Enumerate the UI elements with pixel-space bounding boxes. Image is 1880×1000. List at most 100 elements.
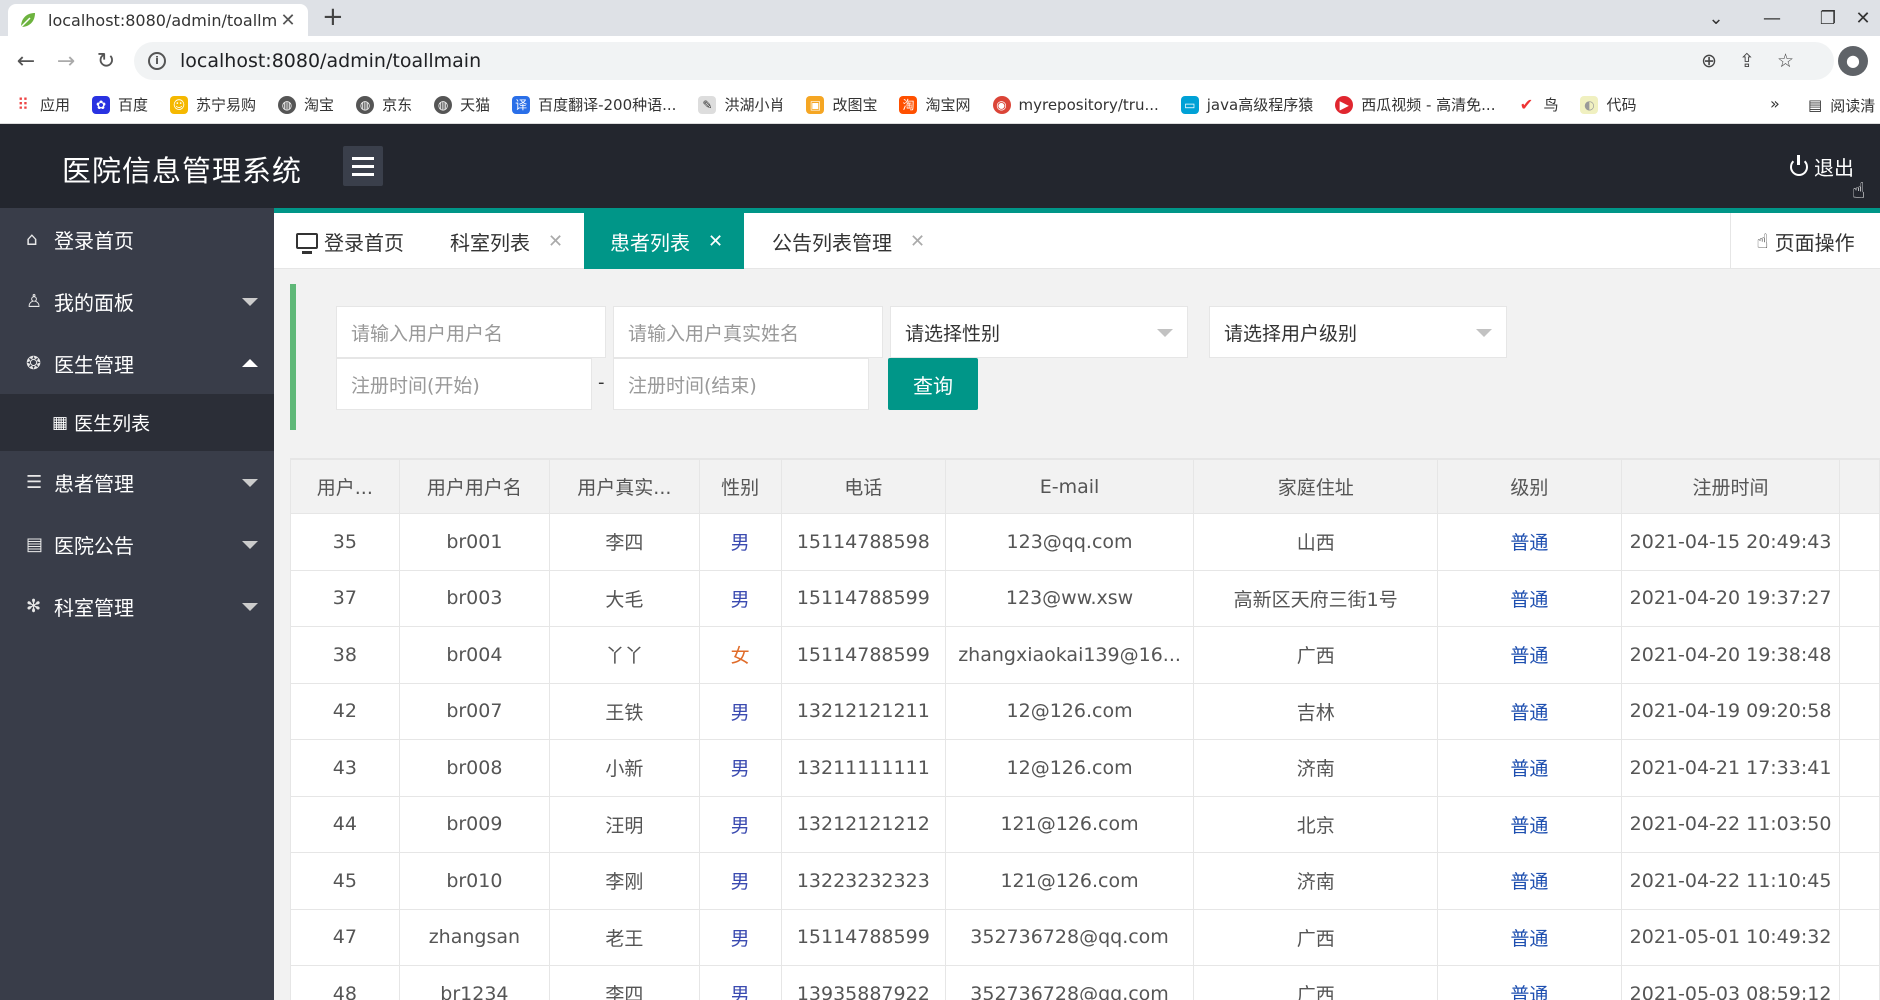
- power-icon: [1790, 154, 1808, 176]
- cell-id: 35: [290, 513, 400, 571]
- close-icon[interactable]: ✕: [910, 231, 925, 252]
- reading-list-icon: ▤: [1808, 96, 1823, 114]
- bookmark-java[interactable]: ▭ java高级程序猿: [1180, 94, 1314, 115]
- date-start-input[interactable]: 注册时间(开始): [336, 358, 592, 410]
- table-row[interactable]: 45 br010 李刚男 13223232323 121@126.com 济南 普通 2021…: [290, 852, 1880, 910]
- bookmark-label: myrepository/tru...: [1018, 95, 1159, 114]
- sidebar-item-patient-management[interactable]: ☰ 患者管理: [0, 451, 274, 513]
- close-icon[interactable]: ✕: [708, 231, 723, 252]
- cell-gender: 女: [698, 626, 782, 684]
- close-icon[interactable]: ✕: [548, 231, 563, 252]
- bookmark-xigua[interactable]: ▶ 西瓜视频 - 高清免...: [1335, 94, 1495, 115]
- site-info-icon[interactable]: i: [148, 52, 166, 70]
- cell-email: zhangxiaokai139@16...: [944, 626, 1195, 684]
- sidebar-item-label: 医生管理: [54, 352, 134, 377]
- tab-department-list[interactable]: 科室列表 ✕: [450, 213, 563, 269]
- forward-button[interactable]: →: [50, 45, 82, 77]
- column-header[interactable]: 电话: [780, 459, 946, 514]
- bookmarks-overflow-button[interactable]: »: [1770, 94, 1780, 113]
- reload-button[interactable]: ↻: [90, 45, 122, 77]
- column-header[interactable]: 用户真实...: [549, 459, 700, 514]
- cell-email: 352736728@qq.com: [944, 965, 1195, 1000]
- share-icon[interactable]: ⇪: [1739, 50, 1755, 72]
- level-select[interactable]: 请选择用户级别: [1209, 306, 1507, 358]
- bookmark-code[interactable]: ◐ 代码: [1580, 94, 1637, 115]
- new-tab-button[interactable]: +: [322, 2, 344, 32]
- sidebar-subitem-doctor-list[interactable]: ▦ 医生列表: [0, 394, 274, 451]
- tab-home[interactable]: 登录首页: [296, 213, 404, 269]
- table-row[interactable]: 38 br004 丫丫女 15114788599 zhangxiaokai139@16.…: [290, 626, 1880, 684]
- query-button[interactable]: 查询: [888, 358, 978, 410]
- sidebar-item-label: 医院公告: [54, 533, 134, 558]
- column-header[interactable]: 性别: [698, 459, 782, 514]
- cell-username: br010: [398, 852, 551, 910]
- profile-avatar-icon[interactable]: ●: [1838, 46, 1868, 76]
- bookmark-baidu[interactable]: ✿ 百度: [92, 94, 148, 115]
- close-tab-icon[interactable]: ✕: [278, 10, 298, 31]
- tab-label: 患者列表: [610, 230, 690, 255]
- sidebar-item-department-management[interactable]: ✻ 科室管理: [0, 575, 274, 637]
- browser-tab[interactable]: localhost:8080/admin/toallmai ✕: [8, 4, 308, 36]
- table-row[interactable]: 47 zhangsan 老王男 15114788599 352736728@qq.com…: [290, 908, 1880, 966]
- cell-register-time: 2021-04-15 20:49:43: [1620, 513, 1841, 571]
- column-header[interactable]: 用户用户名: [398, 459, 551, 514]
- table-row[interactable]: 35 br001 李四男 15114788598 123@qq.com 山西 普通 2021-…: [290, 513, 1880, 571]
- cell-id: 38: [290, 626, 400, 684]
- menu-toggle-button[interactable]: [343, 146, 383, 186]
- back-button[interactable]: ←: [10, 45, 42, 77]
- bookmark-taobaowang[interactable]: 淘淘宝网: [899, 94, 971, 115]
- bookmark-tmall[interactable]: ◍ 天猫: [434, 94, 490, 115]
- caret-up-icon: [242, 359, 258, 367]
- bookmark-star-icon[interactable]: ☆: [1777, 50, 1794, 72]
- pointer-hand-icon: ☝: [1756, 229, 1769, 253]
- logout-button[interactable]: 退出: [1790, 152, 1854, 181]
- table-row[interactable]: 48 br1234 李四男 13935887922 352736728@qq.com 广西…: [290, 965, 1880, 1000]
- address-bar[interactable]: i localhost:8080/admin/toallmain ⊕ ⇪ ☆: [134, 42, 1834, 80]
- bookmark-taobao[interactable]: ◍ 淘宝: [278, 94, 334, 115]
- column-header[interactable]: 用户...: [290, 459, 400, 514]
- cell-register-time: 2021-04-22 11:10:45: [1620, 852, 1841, 910]
- bird-icon: ✎: [698, 95, 717, 114]
- bookmark-suning[interactable]: ☺ 苏宁易购: [170, 94, 256, 115]
- cell-level: 普通: [1437, 626, 1622, 684]
- tab-notice-list[interactable]: 公告列表管理 ✕: [772, 213, 925, 269]
- date-end-input[interactable]: 注册时间(结束): [613, 358, 869, 410]
- close-window-button[interactable]: ✕: [1846, 0, 1880, 36]
- bookmark-jd[interactable]: ◍ 京东: [356, 94, 412, 115]
- reading-list[interactable]: ▤ 阅读清: [1808, 86, 1876, 123]
- bookmark-gaitubao[interactable]: ▣ 改图宝: [806, 94, 877, 115]
- table-row[interactable]: 42 br007 王铁男 13212121211 12@126.com 吉林 普通 2021-…: [290, 682, 1880, 740]
- sidebar-item-home[interactable]: ⌂ 登录首页: [0, 208, 274, 270]
- globe-icon: ◍: [356, 95, 375, 114]
- cell-gender: 男: [698, 569, 782, 627]
- sidebar-item-panel[interactable]: ♙ 我的面板: [0, 270, 274, 332]
- column-header[interactable]: 注册时间: [1620, 459, 1841, 514]
- zoom-icon[interactable]: ⊕: [1701, 50, 1717, 72]
- suning-icon: ☺: [170, 95, 189, 114]
- column-header[interactable]: E-mail: [944, 459, 1195, 514]
- tab-search-chevron-icon[interactable]: ⌄: [1688, 0, 1744, 36]
- sidebar-item-notice[interactable]: ▤ 医院公告: [0, 513, 274, 575]
- bookmark-honghu[interactable]: ✎ 洪湖小肖: [698, 94, 784, 115]
- table-row[interactable]: 37 br003 大毛男 15114788599 123@ww.xsw 高新区天府三街1号…: [290, 569, 1880, 627]
- page-operations-button[interactable]: ☝ 页面操作: [1730, 213, 1880, 269]
- cell-email: 12@126.com: [944, 739, 1195, 797]
- minimize-button[interactable]: —: [1744, 0, 1800, 36]
- username-search-input[interactable]: 请输入用户用户名: [336, 306, 606, 358]
- bookmark-apps[interactable]: ⠿ 应用: [14, 94, 70, 115]
- bookmark-label: 苏宁易购: [196, 96, 257, 114]
- table-row[interactable]: 43 br008 小新男 13211111111 12@126.com 济南 普通 2021-…: [290, 739, 1880, 797]
- column-header[interactable]: 级别: [1437, 459, 1622, 514]
- realname-search-input[interactable]: 请输入用户真实姓名: [613, 306, 883, 358]
- cell-overflow: [1839, 626, 1880, 684]
- sidebar-item-doctor-management[interactable]: ❂ 医生管理: [0, 332, 274, 394]
- bookmark-niao[interactable]: ✔ 鸟: [1517, 94, 1559, 115]
- gender-select[interactable]: 请选择性别: [890, 306, 1188, 358]
- tab-patient-list[interactable]: 患者列表 ✕: [584, 213, 744, 269]
- column-header[interactable]: 家庭住址: [1193, 459, 1439, 514]
- bookmark-myrepository[interactable]: ◉ myrepository/tru...: [992, 95, 1159, 114]
- bookmark-baidu-translate[interactable]: 译百度翻译-200种语...: [512, 94, 676, 115]
- cell-realname: 王铁: [549, 682, 700, 740]
- table-row[interactable]: 44 br009 汪明男 13212121212 121@126.com 北京 普通 2021…: [290, 795, 1880, 853]
- bookmark-label: java高级程序猿: [1206, 96, 1314, 114]
